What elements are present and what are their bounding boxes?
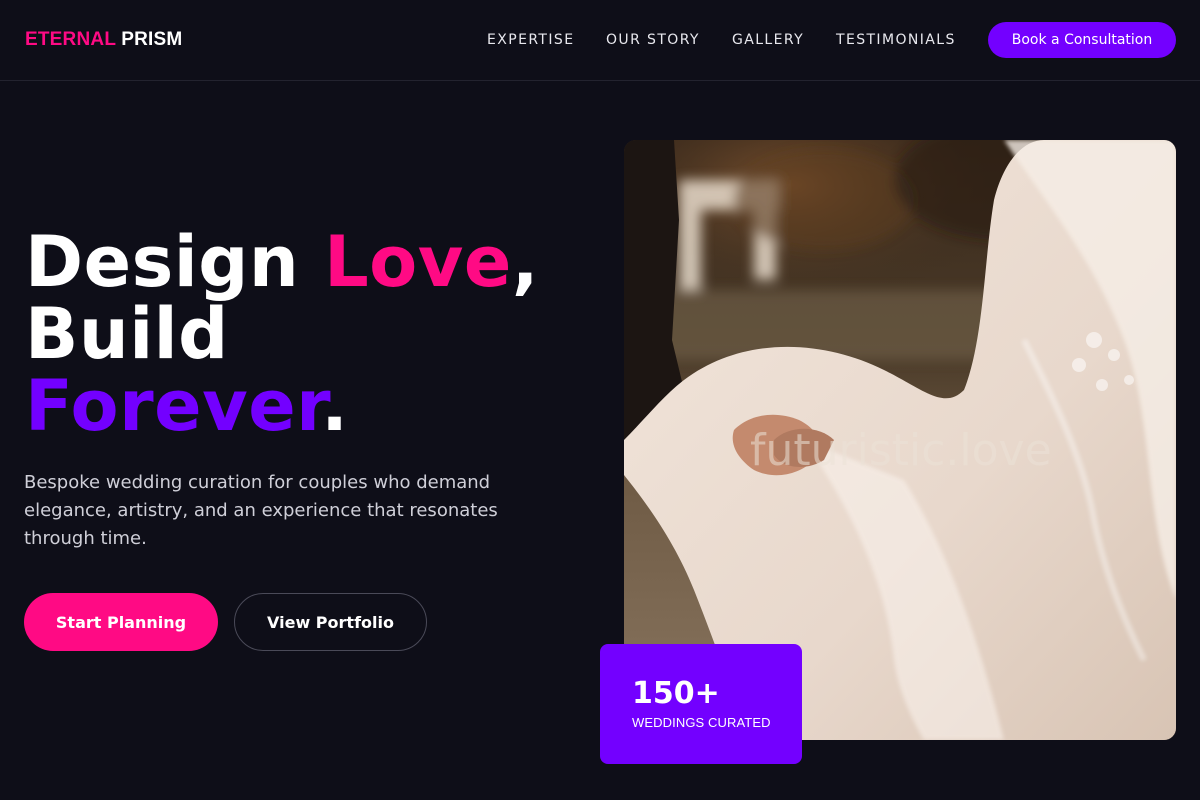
headline-comma: , [511,221,539,303]
headline-word-forever: Forever [25,365,322,447]
stat-number: 150+ [632,676,720,711]
nav-link-our-story[interactable]: OUR STORY [606,32,700,48]
headline-period: . [321,365,349,447]
top-navigation: ETERNAL PRISM EXPERTISE OUR STORY GALLER… [0,0,1200,81]
headline-line-1: Design Love, [25,226,539,298]
headline-word-build: Build [25,293,229,375]
brand-name-part2: PRISM [121,29,183,50]
weddings-stat-card: 150+ WEDDINGS CURATED [600,644,802,764]
image-watermark: futuristic.love [750,425,1052,476]
nav-link-gallery[interactable]: GALLERY [732,32,804,48]
start-planning-button[interactable]: Start Planning [24,593,218,651]
headline-line-3: Forever. [25,370,539,442]
nav-link-testimonials[interactable]: TESTIMONIALS [836,32,956,48]
headline-word-love: Love [324,221,512,303]
brand-name-part1: ETERNAL [25,29,116,50]
stat-label: WEDDINGS CURATED [632,715,771,730]
hero-subtitle: Bespoke wedding curation for couples who… [24,472,498,549]
nav-link-expertise[interactable]: EXPERTISE [487,32,574,48]
view-portfolio-button[interactable]: View Portfolio [234,593,427,651]
headline-word-design: Design [25,221,300,303]
brand-logo[interactable]: ETERNAL PRISM [25,29,182,51]
book-consultation-button[interactable]: Book a Consultation [988,22,1176,58]
hero-headline: Design Love, Build Forever. [25,226,539,442]
